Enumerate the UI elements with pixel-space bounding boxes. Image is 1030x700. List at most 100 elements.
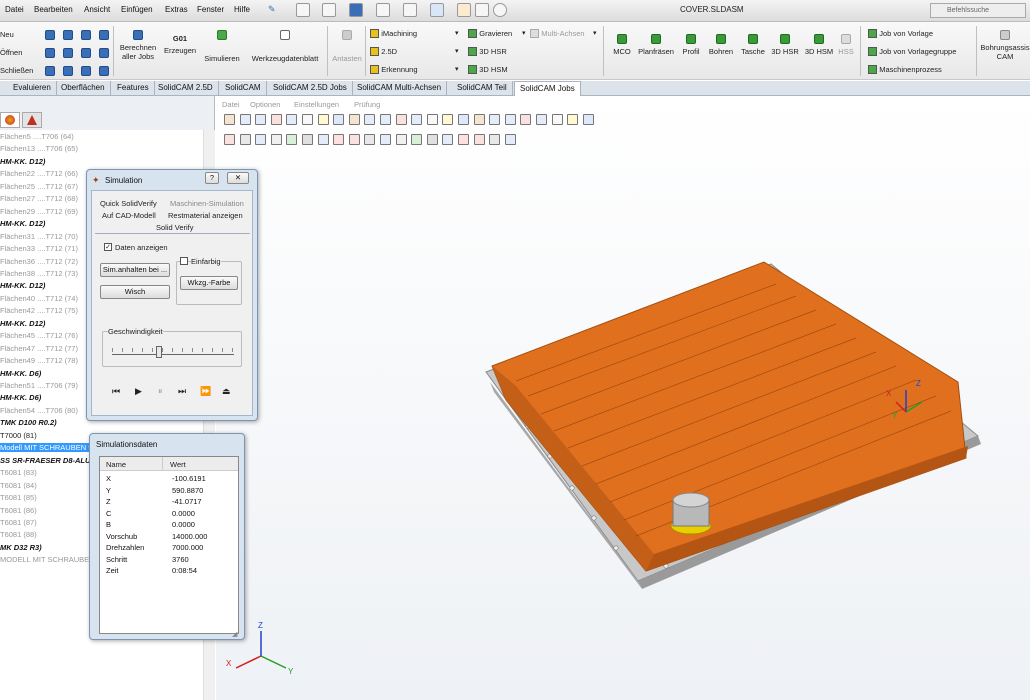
menu-hilfe[interactable]: Hilfe [234, 5, 250, 14]
toolbar-tool-icon[interactable] [411, 134, 423, 145]
cube-icon[interactable] [99, 30, 109, 40]
tab-rest-material[interactable]: Restmaterial anzeigen [168, 211, 243, 220]
toolbar-tool-icon[interactable] [333, 134, 345, 145]
cube-icon[interactable] [81, 48, 91, 58]
cube-icon[interactable] [45, 66, 55, 76]
toolbar-tool-icon[interactable] [458, 114, 469, 125]
tree-operation-header[interactable]: MK D32 R3) [0, 543, 42, 552]
face-milling-button[interactable]: Planfräsen [636, 34, 676, 56]
open-icon[interactable] [322, 3, 336, 17]
toolbar-tool-icon[interactable] [255, 134, 267, 145]
tab-machine-simulation[interactable]: Maschinen-Simulation [170, 199, 244, 208]
undo-icon[interactable] [403, 3, 417, 17]
toolbar-tool-icon[interactable] [270, 114, 282, 125]
close-button[interactable]: Schließen [0, 66, 33, 75]
help-button[interactable]: ? [205, 172, 219, 184]
job-from-template-button[interactable]: Job von Vorlage [868, 29, 933, 39]
new-button[interactable]: Neu [0, 30, 14, 39]
tree-item[interactable]: T7000 (81) [0, 431, 37, 440]
toolbar-tool-icon[interactable] [255, 114, 267, 125]
toolbar-tool-icon[interactable] [395, 114, 407, 125]
tree-operation-header[interactable]: SS SR-FRAESER D8-ALU) [0, 456, 93, 465]
search-input[interactable]: Befehlssuche [930, 3, 1026, 18]
tree-item[interactable]: Flächen51 ....T706 (79) [0, 381, 78, 390]
toolbar-tool-icon[interactable] [364, 114, 376, 125]
3d-hsm-op-button[interactable]: 3D HSM [803, 34, 835, 56]
dropdown-icon[interactable]: ▾ [455, 65, 459, 73]
tree-item[interactable]: T6081 (86) [0, 506, 37, 515]
tree-item[interactable]: Flächen27 ....T712 (68) [0, 194, 78, 203]
toolbar-tool-icon[interactable] [317, 114, 329, 125]
toolbar-tool-icon[interactable] [426, 134, 438, 145]
toolbar-tool-icon[interactable] [224, 114, 235, 125]
vp-menu-optionen[interactable]: Optionen [250, 100, 280, 109]
toolbar-tool-icon[interactable] [473, 114, 485, 125]
tree-item[interactable]: Flächen45 ....T712 (76) [0, 331, 78, 340]
play-icon[interactable]: ▶ [135, 386, 142, 397]
resize-grip-icon[interactable]: ◢ [232, 630, 237, 638]
tree-item[interactable]: T6081 (87) [0, 518, 37, 527]
tree-item[interactable]: Flächen49 ....T712 (78) [0, 356, 78, 365]
show-data-checkbox[interactable]: ✓ [104, 243, 112, 251]
hss-button[interactable]: HSS [836, 34, 856, 56]
menu-bearbeiten[interactable]: Bearbeiten [34, 5, 73, 14]
save-icon[interactable] [349, 3, 363, 17]
tree-item[interactable]: Flächen22 ....T712 (66) [0, 169, 78, 178]
tree-item[interactable]: T6081 (88) [0, 530, 37, 539]
toolbar-tool-icon[interactable] [442, 114, 454, 125]
pin-icon[interactable]: ✎ [268, 4, 276, 15]
speed-slider-thumb[interactable] [156, 346, 163, 358]
tree-item[interactable]: T6081 (83) [0, 468, 37, 477]
tab-on-cad-model[interactable]: Auf CAD-Modell [102, 211, 156, 220]
single-color-checkbox[interactable] [180, 257, 188, 265]
toolbar-tool-icon[interactable] [364, 134, 376, 145]
cam-manager-tab[interactable] [22, 112, 42, 128]
cube-icon[interactable] [81, 30, 91, 40]
toolbar-tool-icon[interactable] [380, 114, 391, 125]
tool-sheet-button[interactable]: Werkzeugdatenblatt [245, 30, 325, 63]
3d-hsm-button[interactable]: 3D HSM [468, 65, 508, 75]
tab-solidcam-jobs[interactable]: SolidCAM Jobs [514, 81, 581, 97]
tab-solidcam-2-5d[interactable]: SolidCAM 2.5D [153, 81, 219, 96]
cube-icon[interactable] [99, 48, 109, 58]
tree-item[interactable]: T6081 (84) [0, 481, 37, 490]
stop-sim-button[interactable]: Sim.anhalten bei ... [100, 263, 170, 277]
gear-icon[interactable] [493, 3, 507, 17]
vp-menu-pruefung[interactable]: Prüfung [354, 100, 380, 109]
job-from-template-group-button[interactable]: Job von Vorlagegruppe [868, 47, 956, 57]
multi-axis-button[interactable]: Multi-Achsen [530, 29, 585, 39]
tree-operation-header[interactable]: HM-KK. D12) [0, 219, 45, 228]
toolbar-tool-icon[interactable] [270, 134, 282, 145]
tree-operation-header[interactable]: HM-KK. D6) [0, 369, 41, 378]
tree-operation-header[interactable]: HM-KK. D12) [0, 319, 45, 328]
toolbar-tool-icon[interactable] [286, 114, 298, 125]
tab-oberflaechen[interactable]: Oberflächen [56, 81, 111, 96]
open-button[interactable]: Öffnen [0, 48, 22, 57]
toolbar-tool-icon[interactable] [551, 114, 563, 125]
tree-operation-header[interactable]: HM-KK. D12) [0, 157, 45, 166]
select-icon[interactable] [430, 3, 444, 17]
toolbar-tool-icon[interactable] [582, 114, 594, 125]
print-icon[interactable] [376, 3, 390, 17]
engraving-button[interactable]: Gravieren [468, 29, 512, 39]
menu-ansicht[interactable]: Ansicht [84, 5, 110, 14]
toolbar-tool-icon[interactable] [317, 134, 329, 145]
tab-solidcam-part[interactable]: SolidCAM Teil [452, 81, 513, 96]
cube-icon[interactable] [81, 66, 91, 76]
imachining-button[interactable]: iMachining [370, 29, 417, 39]
exit-icon[interactable]: ⏏ [222, 386, 231, 397]
3d-hsr-op-button[interactable]: 3D HSR [770, 34, 800, 56]
graphics-viewport[interactable]: Z X Y Z X Y Datei Optionen Einstellungen… [216, 96, 1030, 700]
feature-manager-tab[interactable] [0, 112, 20, 128]
cube-icon[interactable] [63, 30, 73, 40]
toolbar-tool-icon[interactable] [224, 134, 235, 145]
toolbar-tool-icon[interactable] [504, 134, 516, 145]
tree-item[interactable]: Flächen5 ....T706 (64) [0, 132, 74, 141]
dropdown-icon[interactable]: ▾ [455, 47, 459, 55]
tab-evaluieren[interactable]: Evaluieren [8, 81, 57, 96]
pocket-button[interactable]: Tasche [738, 34, 768, 56]
cube-icon[interactable] [63, 48, 73, 58]
cube-icon[interactable] [45, 30, 55, 40]
tree-item[interactable]: Flächen33 ....T712 (71) [0, 244, 78, 253]
toolbar-tool-icon[interactable] [239, 134, 251, 145]
